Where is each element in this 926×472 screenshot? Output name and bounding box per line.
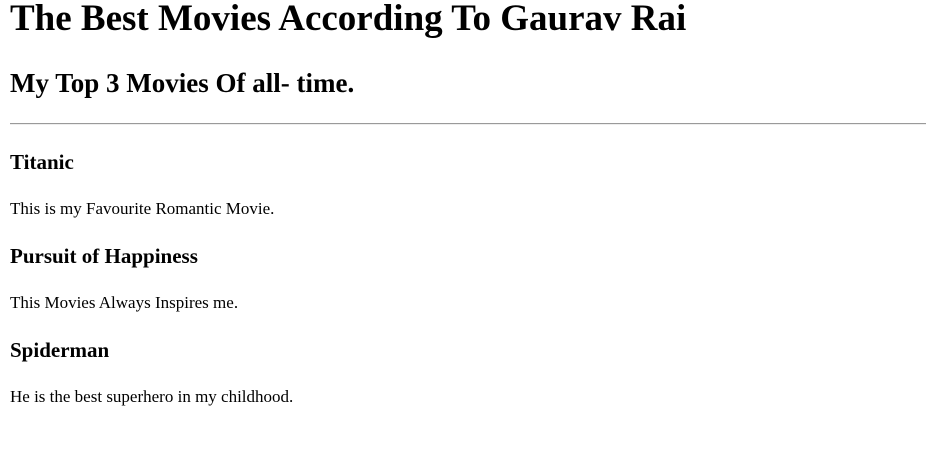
- movie-item-pursuit-of-happiness: Pursuit of Happiness This Movies Always …: [10, 244, 926, 314]
- movie-description: This is my Favourite Romantic Movie.: [10, 199, 275, 218]
- page-content: The Best Movies According To Gaurav Rai …: [10, 0, 926, 408]
- divider: [10, 123, 926, 125]
- page-title: The Best Movies According To Gaurav Rai: [10, 0, 687, 39]
- movie-list: Titanic This is my Favourite Romantic Mo…: [10, 150, 926, 408]
- movie-description: This Movies Always Inspires me.: [10, 293, 239, 312]
- movie-description: He is the best superhero in my childhood…: [10, 387, 294, 406]
- movie-title: Titanic: [10, 150, 74, 174]
- page-subtitle: My Top 3 Movies Of all- time.: [10, 68, 355, 98]
- movie-title: Pursuit of Happiness: [10, 244, 198, 268]
- movie-item-spiderman: Spiderman He is the best superhero in my…: [10, 338, 926, 408]
- movie-item-titanic: Titanic This is my Favourite Romantic Mo…: [10, 150, 926, 220]
- movie-title: Spiderman: [10, 338, 110, 362]
